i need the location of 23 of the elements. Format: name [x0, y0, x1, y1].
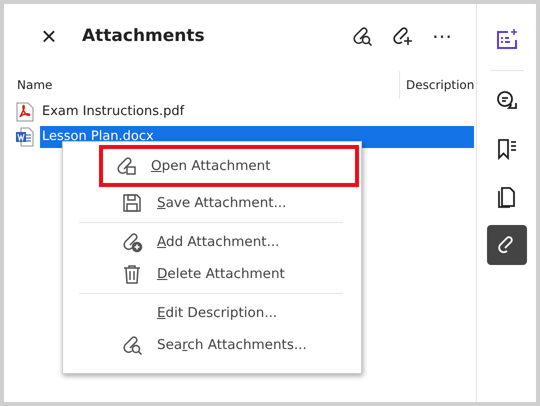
menu-item[interactable]: Edit Description... — [157, 305, 278, 321]
add-attachment-icon — [121, 231, 143, 253]
more-button[interactable]: ⋯ — [422, 20, 462, 52]
panel-title: Attachments — [82, 26, 206, 46]
menu-item[interactable]: Save Attachment... — [157, 195, 286, 211]
sparkle-form-icon[interactable] — [494, 28, 518, 52]
search-attachment-icon — [351, 25, 373, 47]
menu-item[interactable]: Open Attachment — [151, 158, 271, 174]
file-name[interactable]: Exam Instructions.pdf — [40, 100, 474, 122]
pdf-file-icon — [16, 102, 34, 122]
attachments-tool-button[interactable] — [486, 225, 526, 265]
menu-item[interactable]: Delete Attachment — [157, 266, 285, 282]
column-header[interactable]: Description — [399, 71, 476, 99]
save-icon — [121, 192, 143, 214]
menu-item[interactable]: Search Attachments... — [157, 337, 307, 353]
column-header[interactable]: Name — [17, 78, 399, 92]
menu-item[interactable]: Add Attachment... — [157, 234, 280, 250]
open-file-icon — [115, 155, 137, 177]
search-attachment-icon — [121, 334, 143, 356]
word-file-icon — [16, 126, 34, 146]
trash-icon — [121, 263, 143, 285]
close-button[interactable]: × — [34, 23, 64, 49]
add-attachment-icon — [391, 25, 413, 47]
